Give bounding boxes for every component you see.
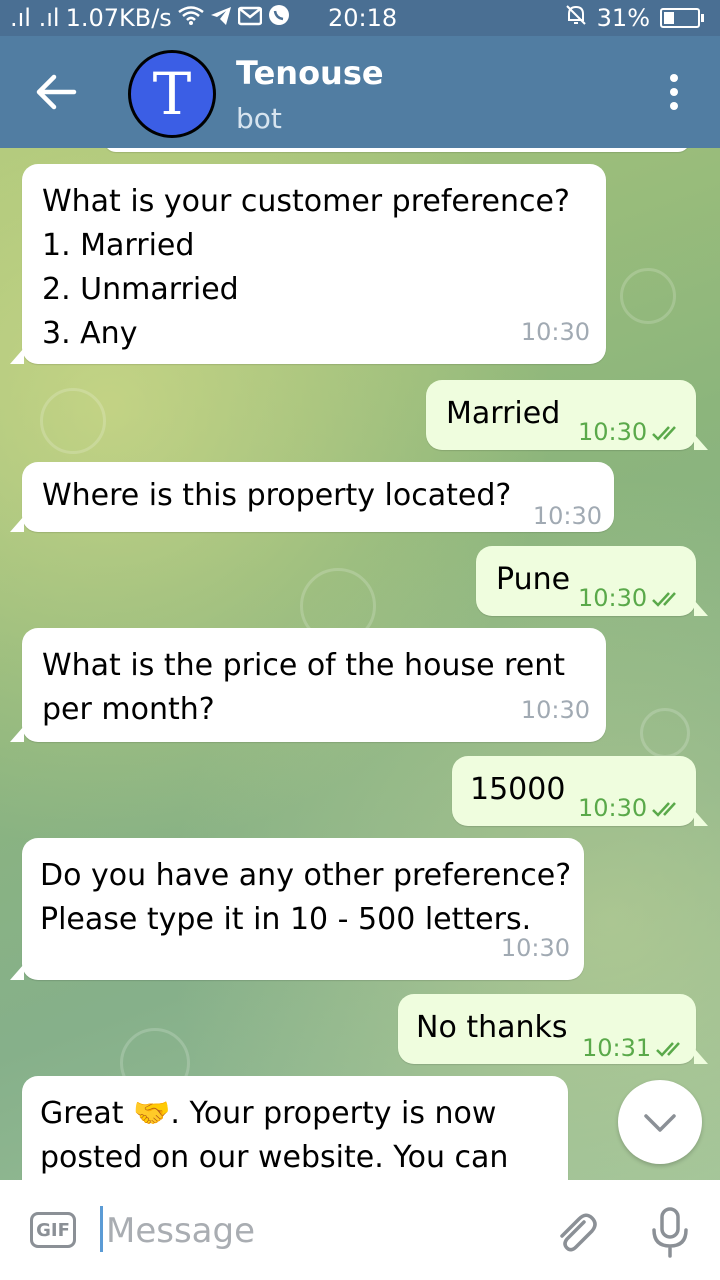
message-time: 10:30 (520, 318, 590, 346)
message-text: per month? (42, 692, 215, 727)
double-check-icon (656, 1042, 681, 1057)
avatar[interactable]: T (128, 50, 216, 138)
text-cursor (100, 1206, 103, 1252)
more-vert-icon[interactable] (670, 74, 680, 110)
double-check-icon (652, 802, 677, 817)
message-time: 10:30 (532, 502, 602, 530)
message-text: 1. Married (42, 228, 195, 263)
voice-record-button[interactable] (650, 1206, 690, 1258)
attach-button[interactable] (554, 1208, 598, 1256)
message-text: What is the price of the house rent (42, 648, 565, 683)
battery-percent: 31% (596, 4, 650, 32)
message-bubble-incoming[interactable]: Where is this property located? 10:30 (10, 462, 614, 532)
network-speed: 1.07KB/s (65, 4, 172, 32)
signal-indicator: .ıl .ıl (10, 4, 60, 32)
message-time-group: 10:30 (578, 410, 685, 454)
message-time: 10:30 (500, 934, 570, 962)
message-bubble-outgoing[interactable]: Married 10:30 (426, 380, 708, 450)
message-text: What is your customer preference? (42, 184, 570, 219)
message-text: posted on our website. You can (40, 1140, 509, 1175)
wallpaper-doodle (40, 388, 106, 454)
microphone-icon (652, 1207, 688, 1258)
chevron-down-icon (644, 1114, 676, 1132)
battery-fill (664, 12, 674, 24)
composer-bar: GIF (0, 1180, 720, 1280)
whatsapp-icon (268, 4, 290, 32)
message-time-group: 10:30 (578, 786, 685, 830)
message-bubble-partial (104, 148, 690, 152)
message-bubble-incoming[interactable]: What is the price of the house rent per … (10, 628, 606, 742)
message-time-group: 10:30 (578, 576, 685, 620)
message-time: 10:30 (520, 696, 590, 724)
message-time: 10:30 (578, 584, 648, 612)
gmail-icon (237, 4, 263, 32)
chat-header: T Tenouse bot (0, 36, 720, 148)
message-bubble-incoming[interactable]: Great 🤝. Your property is now posted on … (22, 1076, 568, 1180)
chat-subtitle: bot (236, 102, 282, 135)
message-text: Please type it in 10 - 500 letters. (40, 902, 532, 937)
wallpaper-doodle (620, 268, 676, 324)
message-text: 3. Any (42, 316, 138, 351)
clock: 20:18 (328, 4, 398, 32)
message-bubble-outgoing[interactable]: No thanks 10:31 (398, 994, 708, 1064)
battery-icon (660, 8, 704, 28)
back-button[interactable] (34, 72, 78, 112)
message-text: 15000 (470, 772, 566, 807)
paperclip-icon (560, 1213, 597, 1252)
wallpaper-doodle (640, 708, 690, 758)
wifi-icon (178, 4, 204, 32)
mute-icon (565, 4, 587, 32)
back-arrow-icon (36, 74, 77, 110)
message-time: 10:30 (578, 794, 648, 822)
message-bubble-outgoing[interactable]: 15000 10:30 (452, 756, 708, 826)
chat-title[interactable]: Tenouse (236, 54, 384, 92)
message-bubble-outgoing[interactable]: Pune 10:30 (476, 546, 708, 616)
message-text: Married (446, 396, 561, 431)
status-bar: .ıl .ıl 1.07KB/s 20:18 31% (0, 0, 720, 36)
message-text: Where is this property located? (42, 478, 512, 513)
double-check-icon (652, 592, 677, 607)
message-bubble-incoming[interactable]: What is your customer preference? 1. Mar… (10, 164, 606, 364)
scroll-down-button[interactable] (618, 1080, 702, 1164)
message-text: Pune (496, 562, 571, 597)
message-time: 10:30 (578, 418, 648, 446)
message-text: No thanks (416, 1010, 568, 1045)
message-time-group: 10:31 (582, 1026, 689, 1070)
message-list[interactable]: What is your customer preference? 1. Mar… (0, 148, 720, 1180)
gif-icon[interactable]: GIF (30, 1212, 76, 1248)
message-text: Do you have any other preference? (40, 858, 572, 893)
message-bubble-incoming[interactable]: Do you have any other preference? Please… (10, 838, 584, 980)
message-input[interactable] (104, 1202, 528, 1260)
message-text: Great 🤝. Your property is now (40, 1096, 497, 1131)
message-text: 2. Unmarried (42, 272, 239, 307)
telegram-icon (210, 4, 232, 32)
double-check-icon (652, 426, 677, 441)
message-time: 10:31 (582, 1034, 652, 1062)
